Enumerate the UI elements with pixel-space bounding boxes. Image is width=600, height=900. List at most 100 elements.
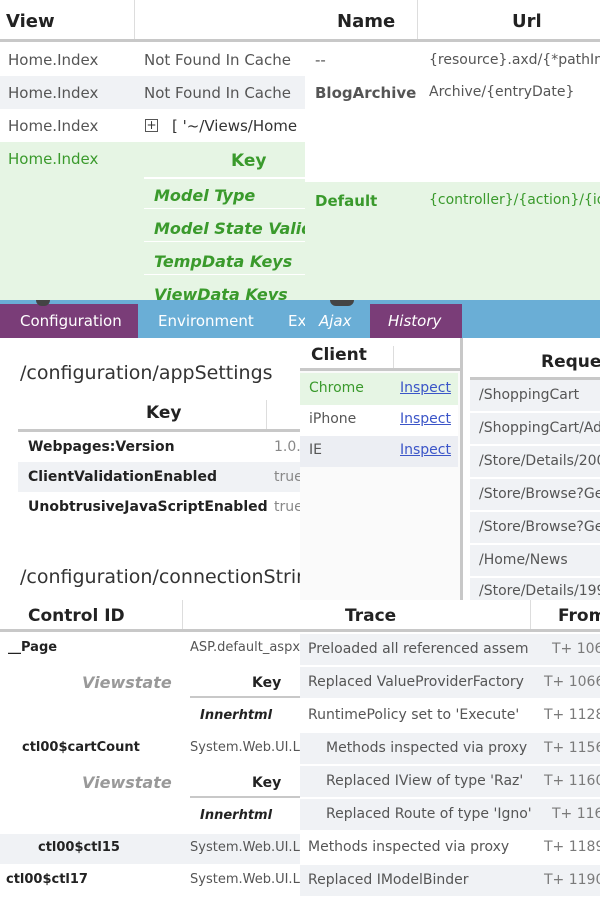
request-url: /Store/Browse?Ge bbox=[479, 486, 600, 502]
list-item[interactable]: /Home/News bbox=[470, 545, 600, 576]
from-column-header: From bbox=[558, 606, 600, 626]
tab-environment[interactable]: Environment Ex bbox=[138, 304, 306, 338]
expand-icon[interactable]: + bbox=[145, 119, 158, 132]
table-row[interactable]: ctl00$cartCount System.Web.UI.L bbox=[0, 734, 300, 764]
table-row[interactable]: Default {controller}/{action}/{id} bbox=[305, 182, 600, 300]
nested-key-table: Key Model Type Model State Valid TempDat… bbox=[144, 142, 305, 300]
table-row[interactable]: Methods inspected via proxy T+ 1156 bbox=[300, 733, 600, 764]
tab-history-label: History bbox=[388, 312, 442, 330]
configuration-panel: /configuration/appSettings Key Webpages:… bbox=[0, 338, 300, 600]
trace-time: T+ 106 bbox=[552, 641, 600, 657]
cache-status: Not Found In Cache bbox=[144, 83, 291, 102]
control-id: ctl00$cartCount bbox=[22, 740, 140, 755]
table-row[interactable]: Replaced Route of type 'Igno' T+ 116 bbox=[300, 799, 600, 830]
trace-message: Replaced Route of type 'Igno' bbox=[326, 806, 532, 822]
table-row[interactable]: RuntimePolicy set to 'Execute' T+ 1128 bbox=[300, 700, 600, 731]
setting-key: Webpages:Version bbox=[28, 439, 175, 455]
view-name: Home.Index bbox=[8, 50, 99, 69]
route-url: Archive/{entryDate} bbox=[429, 84, 575, 100]
table-row[interactable]: __Page ASP.default_aspx bbox=[0, 634, 300, 664]
setting-key: ClientValidationEnabled bbox=[28, 469, 217, 485]
list-item[interactable]: iPhone Inspect bbox=[300, 405, 458, 436]
list-item[interactable]: IE Inspect bbox=[300, 436, 458, 467]
column-divider bbox=[182, 600, 183, 629]
trace-panel: Trace From Preloaded all referenced asse… bbox=[300, 600, 600, 900]
routes-panel: Name Url -- {resource}.axd/{*pathInfo Bl… bbox=[305, 0, 600, 300]
tab-corner-icon bbox=[330, 300, 354, 306]
list-item[interactable]: /ShoppingCart/Ad bbox=[470, 413, 600, 444]
innerhtml-key: Innerhtml bbox=[200, 708, 273, 723]
client-name: IE bbox=[309, 442, 322, 458]
ajax-history-panel: Client Chrome Inspect iPhone Inspect IE … bbox=[300, 338, 600, 600]
trace-message: Preloaded all referenced assem bbox=[308, 641, 529, 657]
inspect-link[interactable]: Inspect bbox=[400, 411, 451, 427]
column-divider bbox=[530, 600, 531, 629]
tab-bar: Configuration Environment Ex Ajax Histor… bbox=[0, 300, 600, 338]
table-row[interactable]: ctl00$ctl17 System.Web.UI.L bbox=[0, 866, 300, 896]
list-item[interactable]: /Store/Browse?Ge bbox=[470, 479, 600, 510]
tab-ajax[interactable]: Ajax bbox=[305, 304, 369, 338]
key-row-divider bbox=[144, 274, 305, 275]
column-divider bbox=[266, 400, 267, 429]
list-item[interactable]: /ShoppingCart bbox=[470, 380, 600, 411]
request-table: Reques /ShoppingCart /ShoppingCart/Ad /S… bbox=[463, 338, 600, 600]
table-row[interactable]: Preloaded all referenced assem T+ 106 bbox=[300, 634, 600, 665]
trace-time: T+ 1190 bbox=[544, 872, 600, 888]
inspect-link[interactable]: Inspect bbox=[400, 380, 451, 396]
request-column-header: Reques bbox=[541, 352, 600, 372]
views-panel: View Home.Index Not Found In Cache Home.… bbox=[0, 0, 305, 300]
inspect-link[interactable]: Inspect bbox=[400, 442, 451, 458]
table-row[interactable]: -- {resource}.axd/{*pathInfo bbox=[305, 43, 600, 76]
trace-time: T+ 1066 bbox=[544, 674, 600, 690]
table-row[interactable]: Methods inspected via proxy T+ 1189 bbox=[300, 832, 600, 863]
key-column-header: Key bbox=[252, 775, 282, 791]
list-item[interactable]: /Store/Browse?Ge bbox=[470, 512, 600, 543]
setting-key: UnobtrusiveJavaScriptEnabled bbox=[28, 499, 268, 515]
tab-environment-label: Environment bbox=[158, 312, 254, 330]
url-column-header: Url bbox=[512, 11, 542, 32]
table-row[interactable]: UnobtrusiveJavaScriptEnabled true bbox=[18, 492, 300, 522]
key-column-header: Key bbox=[252, 675, 282, 691]
key-header-border bbox=[190, 796, 300, 798]
trace-message: Methods inspected via proxy bbox=[308, 839, 510, 855]
list-item[interactable]: Chrome Inspect bbox=[300, 373, 458, 405]
list-item[interactable]: /Store/Details/199 bbox=[470, 578, 600, 600]
client-name: Chrome bbox=[309, 380, 364, 396]
request-url: /Store/Details/200 bbox=[479, 453, 600, 469]
list-item[interactable]: /Store/Details/200 bbox=[470, 446, 600, 477]
table-row[interactable]: Home.Index Not Found In Cache bbox=[0, 43, 305, 76]
tab-configuration[interactable]: Configuration bbox=[0, 304, 138, 338]
tab-configuration-label: Configuration bbox=[20, 312, 122, 330]
view-name: Home.Index bbox=[8, 83, 99, 102]
table-row[interactable]: Replaced IView of type 'Raz' T+ 1160 bbox=[300, 766, 600, 797]
request-url: /ShoppingCart bbox=[479, 387, 580, 403]
viewstate-block: Viewstate Key Innerhtml bbox=[0, 666, 300, 734]
column-divider bbox=[134, 0, 135, 39]
table-row[interactable]: ClientValidationEnabled true bbox=[18, 462, 300, 492]
viewstate-label: Viewstate bbox=[82, 673, 172, 692]
view-name: Home.Index bbox=[8, 150, 99, 168]
trace-message: RuntimePolicy set to 'Execute' bbox=[308, 707, 520, 723]
control-id: ctl00$ctl17 bbox=[6, 872, 88, 887]
table-row[interactable]: Webpages:Version 1.0.0 bbox=[18, 432, 300, 462]
key-header-border bbox=[144, 177, 305, 179]
innerhtml-key: Innerhtml bbox=[200, 808, 273, 823]
table-row[interactable]: Home.Index + [ '~/Views/Home bbox=[0, 109, 305, 142]
key-item: TempData Keys bbox=[154, 252, 293, 271]
tab-history[interactable]: History bbox=[370, 304, 462, 338]
route-name: Default bbox=[315, 192, 378, 210]
key-column-header: Key bbox=[146, 403, 182, 423]
trace-time: T+ 1128 bbox=[544, 707, 600, 723]
table-row[interactable]: Home.Index Not Found In Cache bbox=[0, 76, 305, 109]
trace-time: T+ 1189 bbox=[544, 839, 600, 855]
table-row[interactable]: Replaced ValueProviderFactory T+ 1066 bbox=[300, 667, 600, 698]
table-row[interactable]: Replaced IModelBinder T+ 1190 bbox=[300, 865, 600, 896]
viewstate-block: Viewstate Key Innerhtml bbox=[0, 766, 300, 834]
table-row[interactable]: ctl00$ctl15 System.Web.UI.L bbox=[0, 834, 300, 864]
table-row[interactable]: BlogArchive Archive/{entryDate} bbox=[305, 76, 600, 182]
control-tree-panel: Control ID __Page ASP.default_aspx Views… bbox=[0, 600, 300, 900]
route-url: {resource}.axd/{*pathInfo bbox=[429, 51, 600, 68]
key-item: Model State Valid bbox=[154, 219, 305, 238]
section-title: /configuration/connectionStrin bbox=[20, 566, 300, 588]
trace-message: Replaced ValueProviderFactory bbox=[308, 674, 524, 690]
